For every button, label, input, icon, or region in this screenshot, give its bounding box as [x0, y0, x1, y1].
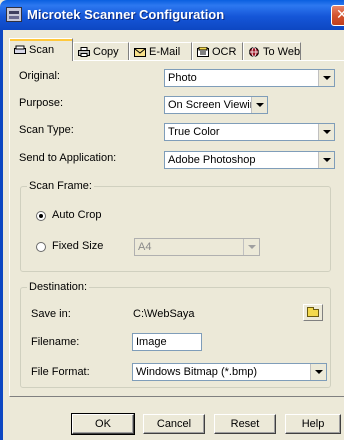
auto-crop-radio[interactable] — [36, 211, 46, 221]
chevron-down-icon[interactable] — [318, 152, 334, 168]
chevron-down-icon[interactable] — [318, 124, 334, 140]
scan-tab-panel: Original: Photo Purpose: On Screen Viewi… — [9, 60, 344, 397]
window-border — [0, 30, 3, 440]
original-dropdown[interactable]: Photo — [164, 69, 335, 87]
reset-button[interactable]: Reset — [214, 414, 276, 434]
tab-email-label: E-Mail — [149, 45, 181, 58]
auto-crop-label[interactable]: Auto Crop — [52, 209, 102, 221]
filename-input[interactable]: Image — [132, 333, 202, 351]
fixed-size-value: A4 — [138, 241, 152, 253]
send-to-application-value: Adobe Photoshop — [168, 154, 256, 166]
globe-icon — [248, 46, 260, 57]
tab-scan[interactable]: Scan — [9, 38, 73, 61]
tab-to-web[interactable]: To Web — [243, 42, 301, 60]
original-value: Photo — [168, 72, 197, 84]
purpose-dropdown[interactable]: On Screen Viewing — [164, 96, 268, 114]
tab-to-web-label: To Web — [263, 45, 301, 58]
printer-icon — [78, 46, 90, 57]
scan-type-label: Scan Type: — [19, 124, 74, 136]
save-in-path: C:\WebSaya — [133, 308, 195, 320]
fixed-size-radio[interactable] — [36, 242, 46, 252]
window-title: Microtek Scanner Configuration — [27, 7, 225, 22]
file-format-value: Windows Bitmap (*.bmp) — [136, 366, 258, 378]
send-to-application-label: Send to Application: — [19, 152, 117, 164]
save-in-label: Save in: — [31, 308, 71, 320]
filename-label: Filename: — [31, 336, 80, 348]
tab-email[interactable]: E-Mail — [129, 42, 192, 60]
tab-copy-label: Copy — [93, 45, 119, 58]
browse-folder-button[interactable] — [303, 304, 323, 321]
purpose-value: On Screen Viewing — [168, 99, 262, 111]
tab-ocr-label: OCR — [212, 45, 237, 58]
destination-group: Destination: Save in: C:\WebSaya Filenam… — [20, 281, 331, 388]
cancel-button[interactable]: Cancel — [143, 414, 205, 434]
file-format-dropdown[interactable]: Windows Bitmap (*.bmp) — [132, 363, 327, 381]
title-bar[interactable]: Microtek Scanner Configuration ✕ — [0, 0, 344, 30]
chevron-down-icon[interactable] — [318, 70, 334, 86]
ocr-icon — [197, 46, 209, 57]
tab-copy[interactable]: Copy — [73, 42, 129, 60]
close-button[interactable]: ✕ — [331, 5, 344, 26]
tab-ocr[interactable]: OCR — [192, 42, 243, 60]
send-to-application-dropdown[interactable]: Adobe Photoshop — [164, 151, 335, 169]
purpose-label: Purpose: — [19, 97, 64, 109]
email-icon — [134, 47, 146, 57]
fixed-size-dropdown: A4 — [134, 238, 260, 256]
close-icon: ✕ — [336, 7, 344, 23]
destination-title: Destination: — [27, 281, 90, 293]
ok-button[interactable]: OK — [71, 413, 135, 435]
scan-frame-group: Scan Frame: Auto Crop Fixed Size A4 — [20, 180, 331, 272]
chevron-down-icon — [243, 239, 259, 255]
scanner-app-icon — [6, 7, 22, 22]
help-button[interactable]: Help — [285, 414, 341, 434]
scan-icon — [14, 45, 26, 55]
scan-frame-title: Scan Frame: — [27, 180, 94, 192]
scan-type-value: True Color — [168, 126, 220, 138]
file-format-label: File Format: — [31, 366, 90, 378]
chevron-down-icon[interactable] — [310, 364, 326, 380]
fixed-size-label[interactable]: Fixed Size — [52, 240, 103, 252]
chevron-down-icon[interactable] — [251, 97, 267, 113]
tab-scan-label: Scan — [29, 44, 55, 56]
folder-icon — [307, 307, 319, 317]
original-label: Original: — [19, 70, 60, 82]
scan-type-dropdown[interactable]: True Color — [164, 123, 335, 141]
